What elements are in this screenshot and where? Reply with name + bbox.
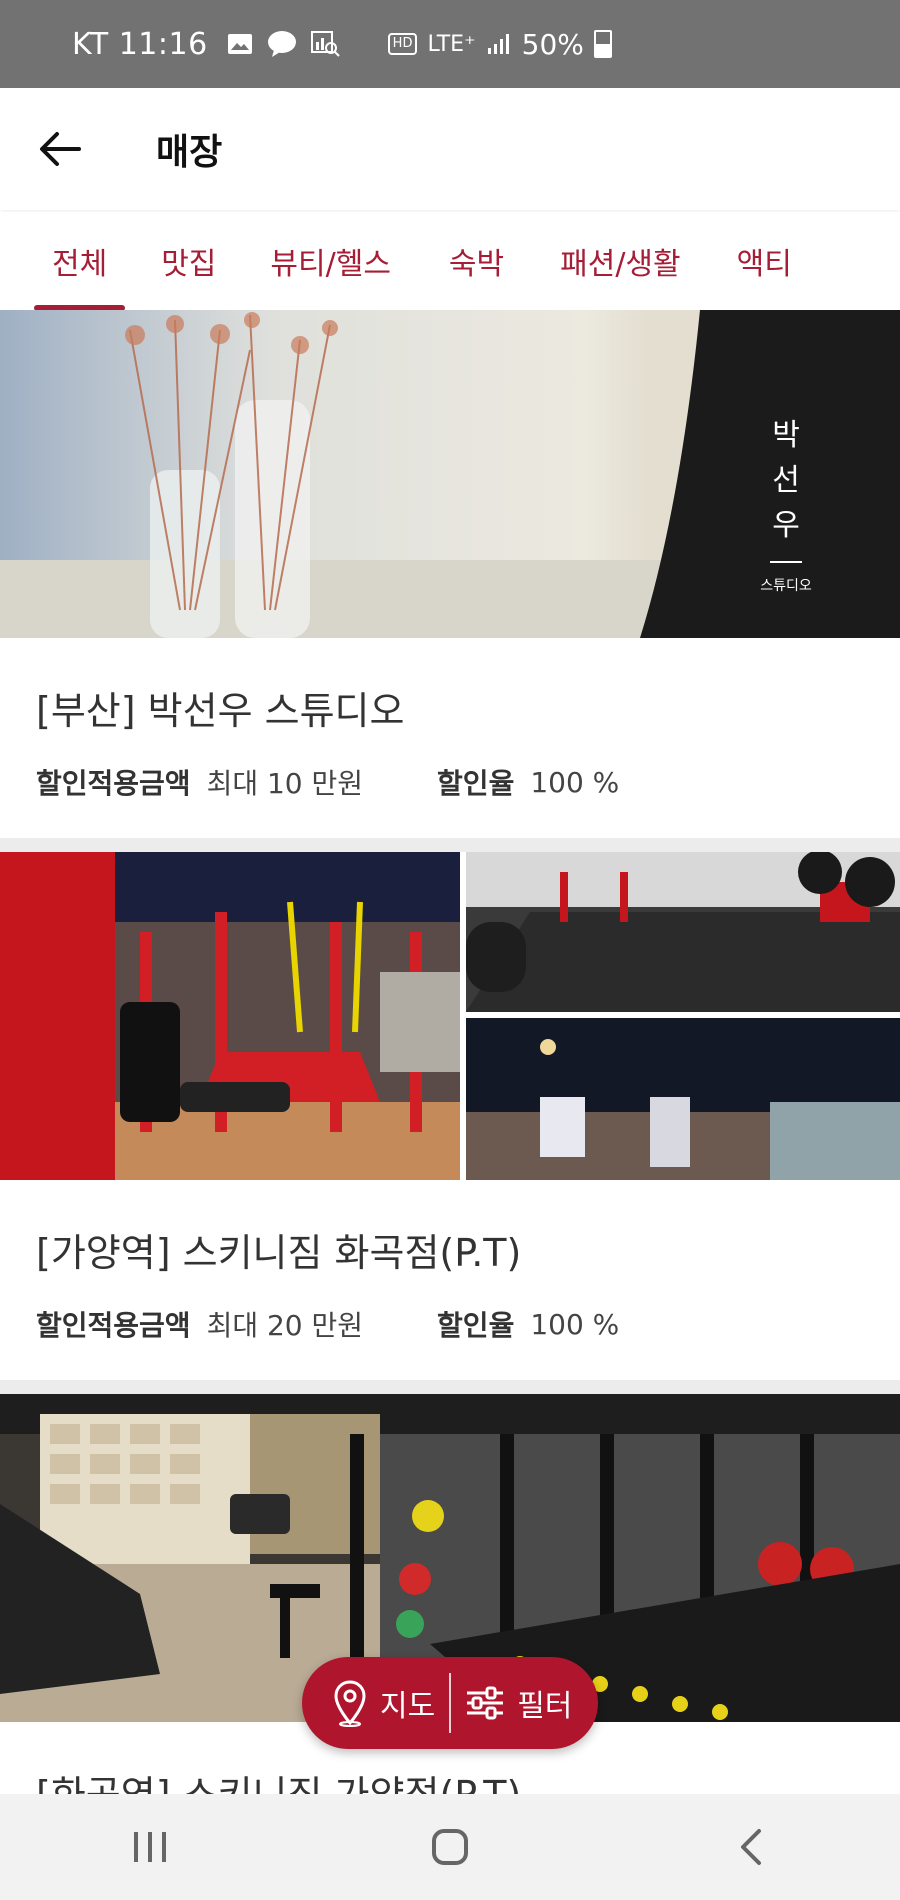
studio-photo: 박 선 우 스튜디오 bbox=[0, 310, 900, 638]
studio-logo-char: 우 bbox=[772, 508, 800, 543]
sliders-icon bbox=[467, 1686, 504, 1720]
tab-label: 숙박 bbox=[448, 247, 505, 282]
store-title: [부산] 박선우 스튜디오 bbox=[36, 689, 405, 733]
app-header: 매장 bbox=[0, 88, 900, 210]
home-icon bbox=[432, 1829, 468, 1865]
network-label: LTE⁺ bbox=[427, 31, 476, 57]
store-image: 박 선 우 스튜디오 bbox=[0, 310, 900, 638]
gym-photo-collage bbox=[0, 852, 900, 1180]
map-button[interactable]: 지도 bbox=[332, 1679, 435, 1727]
chevron-left-icon bbox=[741, 1829, 761, 1865]
discount-amount-label: 할인적용금액 bbox=[36, 767, 191, 800]
tab-restaurants[interactable]: 맛집 bbox=[161, 239, 216, 283]
discount-rate-value: 100 % bbox=[530, 1307, 620, 1341]
discount-amount-label: 할인적용금액 bbox=[36, 1309, 191, 1342]
recent-apps-icon bbox=[134, 1832, 166, 1862]
discount-amount-value: 최대 20 만원 bbox=[206, 1309, 364, 1342]
page-title: 매장 bbox=[156, 132, 223, 173]
store-title: [가양역] 스키니짐 화곡점(P.T) bbox=[36, 1231, 522, 1275]
card-divider bbox=[0, 1380, 900, 1394]
status-bar: KT 11:16 HD LTE⁺ 50% bbox=[0, 0, 900, 88]
tab-activity[interactable]: 액티 bbox=[737, 239, 792, 283]
studio-logo-char: 박 bbox=[772, 418, 800, 453]
system-indicators: HD LTE⁺ 50% bbox=[387, 27, 612, 61]
tab-lodging[interactable]: 숙박 bbox=[449, 239, 504, 283]
tab-fashion-living[interactable]: 패션/생활 bbox=[560, 239, 681, 283]
fab-separator bbox=[449, 1673, 452, 1733]
home-button[interactable] bbox=[390, 1807, 510, 1887]
store-meta: 할인적용금액 최대 10 만원 할인율 100 % bbox=[36, 762, 619, 802]
filter-label: 필터 bbox=[517, 1689, 573, 1724]
map-label: 지도 bbox=[380, 1689, 436, 1724]
store-title: [화곡역] 스키니짐 가양점(P.T) bbox=[36, 1764, 521, 1794]
battery-percent: 50% bbox=[521, 27, 584, 61]
tab-beauty-health[interactable]: 뷰티/헬스 bbox=[270, 239, 391, 283]
store-image bbox=[0, 852, 900, 1180]
filter-button[interactable]: 필터 bbox=[465, 1681, 572, 1725]
signal-icon bbox=[487, 34, 509, 54]
store-card[interactable]: [가양역] 스키니짐 화곡점(P.T) 할인적용금액 최대 20 만원 할인율 … bbox=[0, 852, 900, 1380]
gallery-icon bbox=[227, 34, 252, 54]
tab-label: 액티 bbox=[736, 247, 792, 282]
map-pin-icon bbox=[334, 1680, 366, 1727]
store-meta: 할인적용금액 최대 20 만원 할인율 100 % bbox=[36, 1304, 619, 1344]
card-divider bbox=[0, 838, 900, 852]
system-back-button[interactable] bbox=[690, 1807, 810, 1887]
studio-logo-char: 선 bbox=[772, 463, 800, 498]
notification-icons bbox=[226, 30, 340, 58]
carrier-time: KT 11:16 bbox=[72, 26, 208, 62]
arrow-left-icon bbox=[40, 132, 81, 166]
tab-label: 전체 bbox=[52, 247, 108, 282]
talk-icon bbox=[267, 31, 296, 57]
map-filter-button: 지도 필터 bbox=[302, 1657, 598, 1749]
hd-badge: HD bbox=[387, 33, 418, 55]
tab-all[interactable]: 전체 bbox=[34, 239, 126, 310]
tab-label: 뷰티/헬스 bbox=[270, 247, 391, 282]
system-navigation-bar bbox=[0, 1794, 900, 1900]
search-chart-icon bbox=[310, 31, 340, 57]
back-button[interactable] bbox=[20, 109, 100, 189]
category-tabs: 전체 맛집 뷰티/헬스 숙박 패션/생활 액티 bbox=[0, 212, 900, 310]
discount-rate-label: 할인율 bbox=[437, 1309, 515, 1342]
discount-rate-value: 100 % bbox=[530, 765, 620, 799]
tab-label: 패션/생활 bbox=[560, 247, 681, 282]
tab-label: 맛집 bbox=[161, 247, 217, 282]
store-card[interactable]: 박 선 우 스튜디오 [부산] 박선우 스튜디오 할인적용금액 최대 10 만원… bbox=[0, 310, 900, 838]
discount-amount-value: 최대 10 만원 bbox=[206, 767, 364, 800]
recent-apps-button[interactable] bbox=[90, 1807, 210, 1887]
studio-logo-small: 스튜디오 bbox=[760, 578, 812, 594]
battery-icon bbox=[593, 30, 612, 58]
discount-rate-label: 할인율 bbox=[437, 767, 515, 800]
